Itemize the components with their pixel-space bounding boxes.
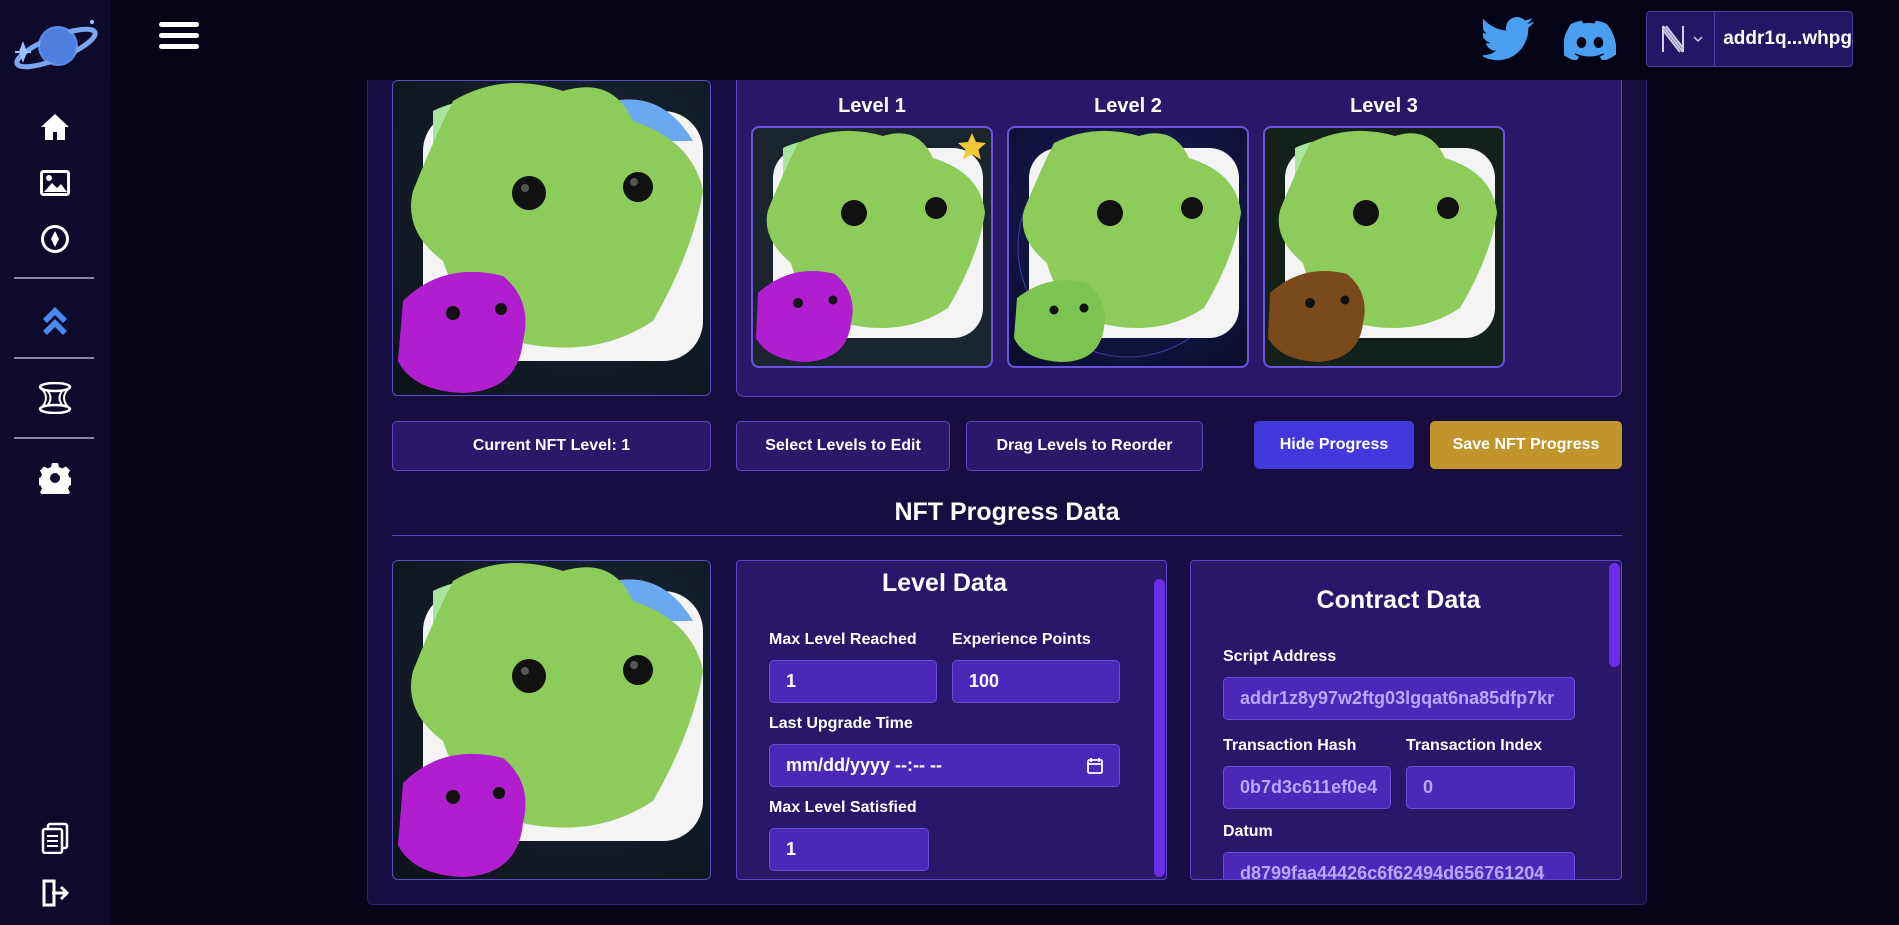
script-address-label: Script Address (1223, 648, 1337, 665)
nft-preview-image (392, 80, 711, 396)
discord-icon[interactable] (1562, 20, 1617, 66)
documents-icon[interactable] (36, 819, 74, 857)
wallet-connect-button[interactable]: addr1q...whpg (1646, 11, 1853, 67)
nft-progress-image (392, 560, 711, 880)
transaction-index-label: Transaction Index (1406, 737, 1543, 754)
nami-wallet-icon (1661, 25, 1684, 53)
current-level-button[interactable]: Current NFT Level: 1 (392, 421, 711, 471)
contract-data-title: Contract Data (1316, 586, 1481, 614)
script-address-input[interactable]: addr1z8y97w2ftg03lgqat6na85dfp7kr (1223, 677, 1575, 720)
sidebar-divider (14, 277, 94, 279)
wallet-logo (1647, 12, 1716, 66)
level-1-card[interactable] (751, 126, 993, 368)
level-data-panel: Level Data Max Level Reached 1 Experienc… (736, 560, 1167, 880)
section-divider (392, 535, 1622, 536)
image-icon[interactable] (36, 164, 74, 202)
datum-input[interactable]: d8799faa44426c6f62494d656761204 (1223, 852, 1575, 879)
gear-icon[interactable] (36, 459, 74, 497)
sidebar-divider (14, 437, 94, 439)
chevrons-up-icon[interactable] (36, 299, 74, 337)
last-upgrade-time-label: Last Upgrade Time (769, 715, 913, 732)
hamburger-menu-icon[interactable] (159, 22, 199, 56)
level-2-card[interactable] (1007, 126, 1249, 368)
transaction-index-input[interactable]: 0 (1406, 766, 1575, 809)
wormhole-icon[interactable] (36, 379, 74, 417)
max-level-reached-input[interactable]: 1 (769, 660, 937, 703)
experience-points-input[interactable]: 100 (952, 660, 1120, 703)
contract-data-panel: Contract Data Script Address addr1z8y97w… (1190, 560, 1622, 880)
save-progress-button[interactable]: Save NFT Progress (1430, 421, 1622, 469)
datum-label: Datum (1223, 823, 1273, 840)
logout-icon[interactable] (36, 874, 74, 912)
last-upgrade-time-input[interactable]: mm/dd/yyyy --:-- -- (769, 744, 1120, 787)
top-bar (111, 0, 1899, 80)
drag-levels-button[interactable]: Drag Levels to Reorder (966, 421, 1203, 471)
level-2-title: Level 2 (1094, 95, 1162, 117)
compass-icon[interactable] (36, 220, 74, 258)
max-level-satisfied-input[interactable]: 1 (769, 828, 929, 871)
home-icon[interactable] (36, 108, 74, 146)
select-levels-button[interactable]: Select Levels to Edit (736, 421, 950, 471)
sidebar-divider (14, 357, 94, 359)
chevron-down-icon (1693, 36, 1703, 43)
progress-section-title: NFT Progress Data (894, 498, 1120, 526)
level-1-title: Level 1 (838, 95, 906, 117)
hide-progress-button[interactable]: Hide Progress (1254, 421, 1414, 469)
experience-points-label: Experience Points (952, 631, 1091, 648)
twitter-icon[interactable] (1480, 16, 1535, 62)
level-data-scrollbar[interactable] (1154, 579, 1165, 877)
level-3-title: Level 3 (1350, 95, 1418, 117)
star-icon (958, 133, 986, 160)
transaction-hash-label: Transaction Hash (1223, 737, 1357, 754)
transaction-hash-input[interactable]: 0b7d3c611ef0e4 (1223, 766, 1391, 809)
level-3-card[interactable] (1263, 126, 1505, 368)
max-level-reached-label: Max Level Reached (769, 631, 917, 648)
last-upgrade-time-value: mm/dd/yyyy --:-- -- (786, 755, 943, 775)
level-data-title: Level Data (881, 569, 1008, 597)
sidebar (0, 0, 111, 925)
wallet-address: addr1q...whpg (1723, 28, 1852, 49)
calendar-icon[interactable] (1087, 757, 1103, 774)
contract-data-scrollbar[interactable] (1609, 563, 1620, 667)
max-level-satisfied-label: Max Level Satisfied (769, 799, 917, 816)
planet-logo-icon[interactable] (10, 12, 102, 76)
